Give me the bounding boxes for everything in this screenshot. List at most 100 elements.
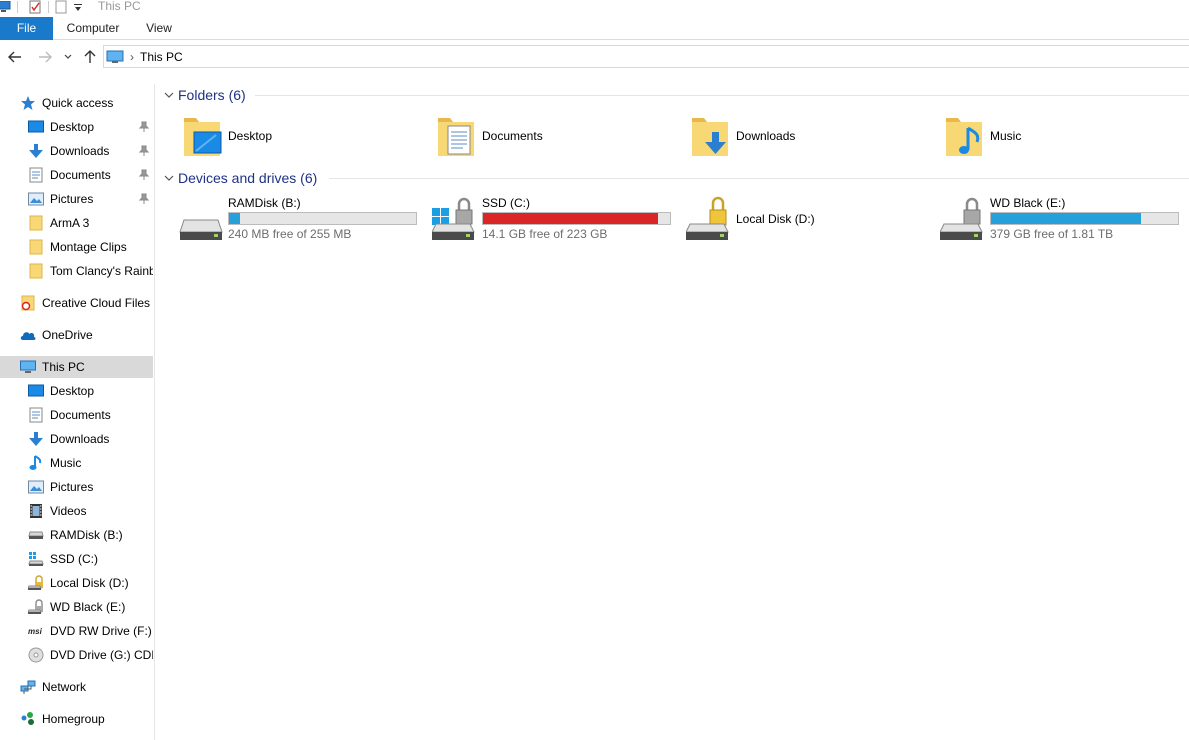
folder-tile-desktop[interactable]: Desktop bbox=[182, 112, 422, 160]
sidebar-item-desktop[interactable]: Desktop bbox=[0, 116, 153, 138]
drive-usage-bar bbox=[482, 212, 671, 225]
dvd-icon bbox=[28, 647, 44, 663]
locked-drive-icon bbox=[28, 575, 44, 591]
chevron-down-icon[interactable] bbox=[163, 172, 175, 184]
drive-free-space: 14.1 GB free of 223 GB bbox=[482, 227, 608, 241]
locked-drive-icon bbox=[28, 599, 44, 615]
sidebar-item-pictures[interactable]: Pictures bbox=[0, 188, 153, 210]
pictures-icon bbox=[28, 191, 44, 207]
tab-computer[interactable]: Computer bbox=[60, 17, 126, 40]
properties-icon[interactable] bbox=[28, 0, 42, 14]
new-folder-icon[interactable] bbox=[55, 0, 67, 14]
sidebar-item-label: Downloads bbox=[50, 144, 110, 158]
drive-label: WD Black (E:) bbox=[990, 196, 1066, 210]
customize-toolbar-icon[interactable] bbox=[73, 1, 83, 13]
sidebar-item-downloads[interactable]: Downloads bbox=[0, 140, 153, 162]
up-button[interactable] bbox=[81, 48, 99, 66]
computer-icon bbox=[106, 50, 124, 63]
up-arrow-icon bbox=[84, 50, 96, 63]
sidebar-item-tom-clancys[interactable]: Tom Clancy's Rainb bbox=[0, 260, 153, 282]
breadcrumb-separator-icon[interactable]: › bbox=[130, 50, 134, 64]
folder-tile-downloads[interactable]: Downloads bbox=[690, 112, 930, 160]
sidebar-item-label: Documents bbox=[50, 168, 111, 182]
toolbar-divider bbox=[17, 1, 18, 13]
sidebar-item-homegroup[interactable]: Homegroup bbox=[0, 708, 153, 730]
chevron-down-icon bbox=[64, 54, 72, 59]
recent-locations-button[interactable] bbox=[61, 48, 75, 66]
drive-label: SSD (C:) bbox=[482, 196, 530, 210]
folder-icon bbox=[28, 215, 44, 231]
address-bar[interactable]: › This PC bbox=[103, 45, 1189, 68]
toolbar-divider bbox=[48, 1, 49, 13]
title-bar: This PC bbox=[0, 0, 1189, 16]
sidebar-item-dvd-rw[interactable]: msi DVD RW Drive (F:) G bbox=[0, 620, 153, 642]
sidebar-item-pc-pictures[interactable]: Pictures bbox=[0, 476, 153, 498]
drive-usage-bar bbox=[990, 212, 1179, 225]
drive-tile-ramdisk[interactable]: RAMDisk (B:) 240 MB free of 255 MB bbox=[178, 192, 418, 244]
sidebar-item-label: Desktop bbox=[50, 384, 95, 398]
documents-icon bbox=[28, 407, 44, 423]
sidebar-item-dvd-drive[interactable]: DVD Drive (G:) CDR( bbox=[0, 644, 153, 666]
sidebar-item-pc-music[interactable]: Music bbox=[0, 452, 153, 474]
documents-folder-icon bbox=[438, 118, 474, 156]
pin-icon[interactable] bbox=[139, 145, 149, 157]
computer-icon[interactable] bbox=[0, 1, 11, 13]
drive-tile-wd-black[interactable]: WD Black (E:) 379 GB free of 1.81 TB bbox=[940, 192, 1180, 244]
group-header-drives[interactable]: Devices and drives (6) bbox=[163, 169, 1189, 187]
tab-view[interactable]: View bbox=[140, 17, 178, 40]
group-header-folders[interactable]: Folders (6) bbox=[163, 86, 1189, 104]
sidebar-item-quick-access[interactable]: Quick access bbox=[0, 92, 153, 114]
chevron-down-icon[interactable] bbox=[163, 89, 175, 101]
pin-icon[interactable] bbox=[139, 121, 149, 133]
pin-icon[interactable] bbox=[139, 169, 149, 181]
sidebar-item-network[interactable]: Network bbox=[0, 676, 153, 698]
videos-icon bbox=[28, 503, 44, 519]
pin-icon[interactable] bbox=[139, 193, 149, 205]
sidebar-item-label: DVD Drive (G:) CDR( bbox=[50, 648, 153, 662]
sidebar-item-wd-black[interactable]: WD Black (E:) bbox=[0, 596, 153, 618]
sidebar-item-pc-documents[interactable]: Documents bbox=[0, 404, 153, 426]
system-drive-icon bbox=[432, 197, 475, 240]
onedrive-icon bbox=[20, 327, 36, 343]
sidebar-item-local-disk-d[interactable]: Local Disk (D:) bbox=[0, 572, 153, 594]
drive-icon bbox=[179, 219, 223, 240]
group-title: Folders (6) bbox=[178, 87, 246, 103]
folder-tile-documents[interactable]: Documents bbox=[436, 112, 676, 160]
navigation-pane: Quick access Desktop Downloads Documents… bbox=[0, 84, 155, 740]
music-icon bbox=[28, 455, 44, 471]
sidebar-item-arma-3[interactable]: ArmA 3 bbox=[0, 212, 153, 234]
sidebar-item-pc-desktop[interactable]: Desktop bbox=[0, 380, 153, 402]
sidebar-item-label: Tom Clancy's Rainb bbox=[50, 264, 153, 278]
group-divider bbox=[329, 178, 1189, 179]
desktop-folder-icon bbox=[184, 118, 222, 156]
sidebar-item-label: DVD RW Drive (F:) G bbox=[50, 624, 153, 638]
download-icon bbox=[28, 431, 44, 447]
sidebar-item-ramdisk[interactable]: RAMDisk (B:) bbox=[0, 524, 153, 546]
sidebar-item-label: WD Black (E:) bbox=[50, 600, 126, 614]
sidebar-item-documents[interactable]: Documents bbox=[0, 164, 153, 186]
pictures-icon bbox=[28, 479, 44, 495]
back-button[interactable] bbox=[6, 48, 24, 66]
breadcrumb-this-pc[interactable]: This PC bbox=[140, 50, 183, 64]
folder-label: Desktop bbox=[228, 129, 273, 143]
drive-label: RAMDisk (B:) bbox=[228, 196, 301, 210]
tab-file[interactable]: File bbox=[0, 17, 53, 40]
documents-icon bbox=[28, 167, 44, 183]
drive-tile-ssd[interactable]: SSD (C:) 14.1 GB free of 223 GB bbox=[432, 192, 672, 244]
svg-text:msi: msi bbox=[28, 627, 43, 635]
sidebar-item-pc-downloads[interactable]: Downloads bbox=[0, 428, 153, 450]
sidebar-item-label: Pictures bbox=[50, 192, 94, 206]
folder-tile-music[interactable]: Music bbox=[944, 112, 1184, 160]
sidebar-item-pc-videos[interactable]: Videos bbox=[0, 500, 153, 522]
back-arrow-icon bbox=[8, 51, 21, 63]
sidebar-item-label: Homegroup bbox=[42, 712, 105, 726]
sidebar-item-label: Videos bbox=[50, 504, 87, 518]
sidebar-item-onedrive[interactable]: OneDrive bbox=[0, 324, 153, 346]
drive-tile-local-disk-d[interactable]: Local Disk (D:) bbox=[686, 192, 926, 244]
creative-cloud-icon bbox=[20, 295, 36, 311]
forward-button[interactable] bbox=[36, 48, 54, 66]
sidebar-item-montage-clips[interactable]: Montage Clips bbox=[0, 236, 153, 258]
sidebar-item-this-pc[interactable]: This PC bbox=[0, 356, 153, 378]
sidebar-item-creative-cloud[interactable]: Creative Cloud Files bbox=[0, 292, 153, 314]
sidebar-item-ssd[interactable]: SSD (C:) bbox=[0, 548, 153, 570]
